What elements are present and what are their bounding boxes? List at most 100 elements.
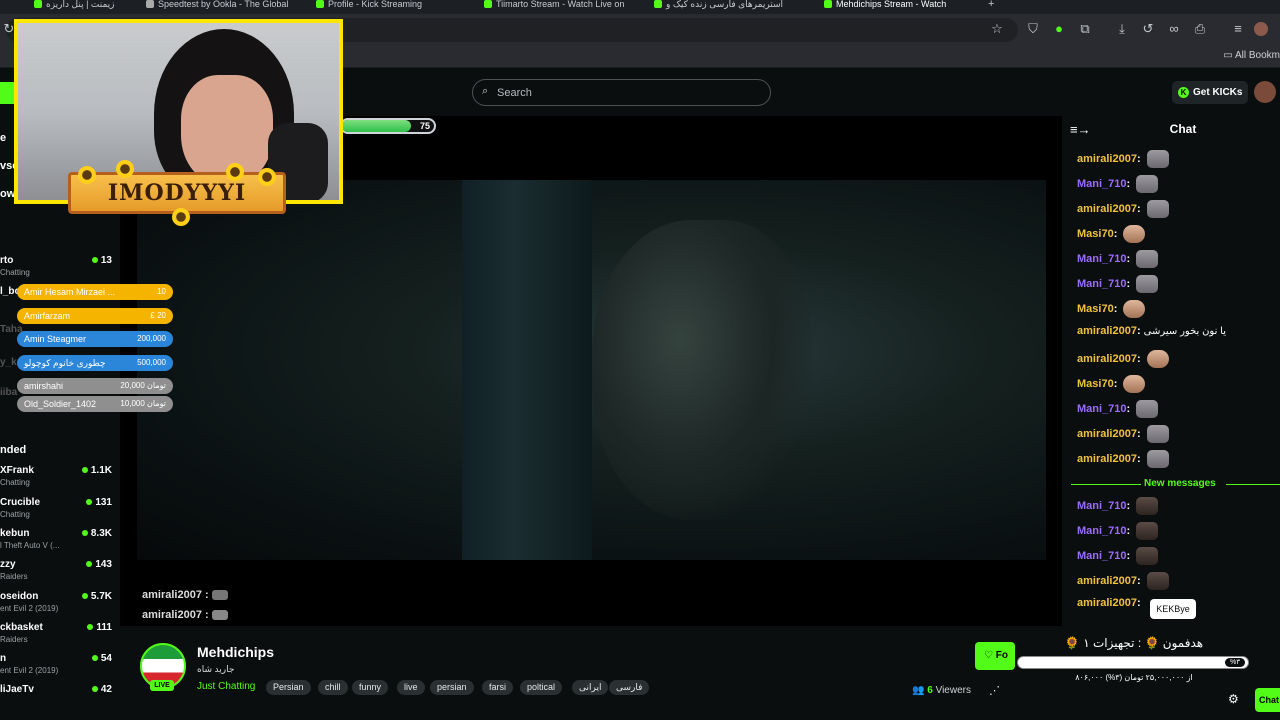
sidebar-channel[interactable]: ckbasket Raiders 111 bbox=[0, 622, 112, 652]
sidebar-channel[interactable]: Crucible Chatting 131 bbox=[0, 497, 112, 527]
new-messages-divider[interactable]: New messages bbox=[1071, 478, 1280, 490]
emote-icon[interactable] bbox=[1146, 450, 1169, 468]
stream-tag[interactable]: Persian bbox=[266, 680, 311, 695]
donation-item: Amir Hesam Mirzaei ... 10 bbox=[17, 284, 173, 300]
get-kicks-button[interactable]: K Get KICKs bbox=[1172, 81, 1248, 104]
emote-icon[interactable] bbox=[1136, 497, 1159, 515]
stream-tag[interactable]: funny bbox=[352, 680, 389, 695]
channel-name[interactable]: Mehdichips bbox=[197, 644, 274, 660]
kick-logo[interactable] bbox=[0, 82, 14, 104]
browser-tab[interactable]: زیمنت | پنل داریزه bbox=[30, 0, 130, 14]
chat-username[interactable]: Mani_710 bbox=[1077, 403, 1127, 415]
stream-tag[interactable]: persian bbox=[430, 680, 474, 695]
emote-icon[interactable] bbox=[1136, 275, 1159, 293]
browser-tab[interactable]: Speedtest by Ookla - The Global bbox=[142, 0, 307, 14]
browser-tab[interactable]: Tiimarto Stream - Watch Live on bbox=[480, 0, 640, 14]
sidebar-channel[interactable]: rto Chatting 13 bbox=[0, 255, 112, 285]
chat-username[interactable]: Mani_710 bbox=[1077, 550, 1127, 562]
stream-category[interactable]: Just Chatting bbox=[197, 681, 255, 692]
stream-tag[interactable]: farsi bbox=[482, 680, 514, 695]
tab-favicon-icon bbox=[654, 0, 662, 8]
chat-send-button[interactable]: Chat bbox=[1255, 688, 1280, 712]
chat-username[interactable]: Mani_710 bbox=[1077, 500, 1127, 512]
live-badge: LIVE bbox=[150, 680, 174, 691]
chat-username[interactable]: Mani_710 bbox=[1077, 278, 1127, 290]
shield-icon[interactable]: ⛉ bbox=[1024, 20, 1042, 38]
sidebar-channel[interactable]: liJaeTv 42 bbox=[0, 684, 112, 714]
chat-message: amirali2007: bbox=[1077, 572, 1169, 592]
browser-tab[interactable]: Profile - Kick Streaming bbox=[312, 0, 467, 14]
emote-icon[interactable] bbox=[1146, 425, 1169, 443]
chat-separator: : bbox=[1113, 302, 1121, 315]
video-frame[interactable] bbox=[137, 180, 1046, 560]
sidebar-channel[interactable]: n ent Evil 2 (2019) 54 bbox=[0, 653, 112, 683]
chat-separator: : bbox=[1113, 227, 1121, 240]
link-icon[interactable]: ∞ bbox=[1165, 20, 1183, 38]
emote-icon[interactable] bbox=[1136, 250, 1159, 268]
stream-tag[interactable]: poltical bbox=[520, 680, 563, 695]
emote-icon[interactable] bbox=[1146, 350, 1169, 368]
chat-separator: : bbox=[1126, 524, 1134, 537]
chat-username[interactable]: amirali2007 bbox=[1077, 453, 1137, 465]
history-icon[interactable]: ↺ bbox=[1139, 20, 1157, 38]
puzzle-icon[interactable]: ⧉ bbox=[1076, 20, 1094, 38]
browser-tab-active[interactable]: Mehdichips Stream - Watch bbox=[820, 0, 980, 14]
download-icon[interactable]: ⤓ bbox=[1113, 20, 1131, 38]
chat-username[interactable]: amirali2007 bbox=[1077, 203, 1137, 215]
reading-list-icon[interactable]: ≡ bbox=[1229, 20, 1247, 38]
stream-tag[interactable]: live bbox=[397, 680, 425, 695]
chat-username[interactable]: Masi70 bbox=[1077, 228, 1114, 240]
stream-tag[interactable]: ایرانی bbox=[572, 680, 609, 695]
sunflower-icon bbox=[258, 168, 276, 186]
profile-avatar-icon[interactable] bbox=[1254, 22, 1268, 36]
extension-icon[interactable]: ● bbox=[1050, 20, 1068, 38]
chat-username[interactable]: amirali2007 bbox=[1077, 153, 1137, 165]
emote-icon[interactable] bbox=[1146, 200, 1169, 218]
sidebar-channel[interactable]: zzy Raiders 143 bbox=[0, 559, 112, 589]
divider-line bbox=[1071, 484, 1141, 485]
sidebar-channel[interactable]: kebun l Theft Auto V (... 8.3K bbox=[0, 528, 112, 558]
bookmark-star-icon[interactable]: ☆ bbox=[988, 20, 1006, 38]
tab-favicon-icon bbox=[484, 0, 492, 8]
emote-icon[interactable] bbox=[1146, 572, 1169, 590]
print-icon[interactable]: ⎙ bbox=[1191, 20, 1209, 38]
chat-separator: : bbox=[1126, 402, 1134, 415]
chat-separator: : bbox=[1126, 499, 1134, 512]
emote-icon[interactable] bbox=[1136, 522, 1159, 540]
chat-username[interactable]: amirali2007 bbox=[1077, 428, 1137, 440]
search-input[interactable]: ⌕ Search bbox=[472, 79, 771, 106]
chat-message: amirali2007: bbox=[1077, 150, 1169, 170]
sidebar-nav-following[interactable]: e bbox=[0, 132, 6, 144]
emote-icon[interactable] bbox=[1123, 300, 1146, 318]
follow-button[interactable]: ♡ Fo bbox=[975, 642, 1015, 670]
emote-icon[interactable] bbox=[1123, 225, 1146, 243]
emote-icon[interactable] bbox=[1136, 547, 1159, 565]
new-tab-button[interactable]: + bbox=[988, 0, 1008, 14]
share-icon[interactable]: ⋰ bbox=[989, 684, 1000, 697]
user-avatar[interactable] bbox=[1254, 81, 1276, 103]
chat-username[interactable]: amirali2007 bbox=[1077, 597, 1137, 609]
chat-message: amirali2007: bbox=[1077, 597, 1141, 617]
chat-username[interactable]: amirali2007 bbox=[1077, 575, 1137, 587]
browser-tab[interactable]: استریمرهای فارسی زنده کیک و bbox=[650, 0, 810, 14]
sidebar-channel[interactable]: XFrank Chatting 1.1K bbox=[0, 465, 112, 495]
chat-username[interactable]: Masi70 bbox=[1077, 378, 1114, 390]
sidebar-channel[interactable]: oseidon ent Evil 2 (2019) 5.7K bbox=[0, 591, 112, 621]
chat-username[interactable]: Mani_710 bbox=[1077, 178, 1127, 190]
tab-favicon-icon bbox=[34, 0, 42, 8]
chat-message: Masi70: bbox=[1077, 300, 1146, 320]
stream-tag[interactable]: chill bbox=[318, 680, 348, 695]
chat-username[interactable]: Mani_710 bbox=[1077, 525, 1127, 537]
emote-icon[interactable] bbox=[1136, 175, 1159, 193]
all-bookmarks-button[interactable]: ▭ All Bookm bbox=[1223, 50, 1280, 61]
emote-icon[interactable] bbox=[1146, 150, 1169, 168]
chat-username[interactable]: Mani_710 bbox=[1077, 253, 1127, 265]
emote-icon[interactable] bbox=[1136, 400, 1159, 418]
gear-icon[interactable]: ⚙ bbox=[1228, 692, 1239, 706]
stream-tag[interactable]: فارسی bbox=[609, 680, 650, 695]
chat-separator: : bbox=[1113, 377, 1121, 390]
emote-icon[interactable] bbox=[1123, 375, 1146, 393]
chat-username[interactable]: amirali2007 bbox=[1077, 325, 1137, 337]
chat-username[interactable]: amirali2007 bbox=[1077, 353, 1137, 365]
chat-username[interactable]: Masi70 bbox=[1077, 303, 1114, 315]
